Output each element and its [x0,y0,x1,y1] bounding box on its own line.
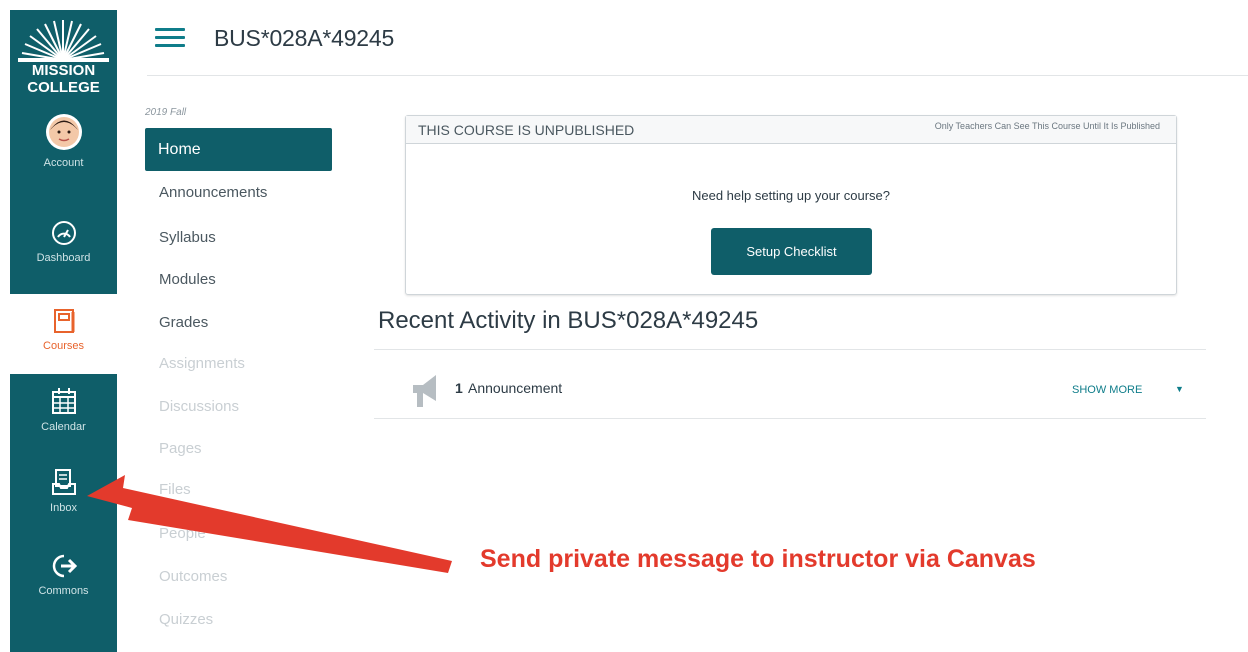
annotation-text: Send private message to instructor via C… [480,545,1036,573]
